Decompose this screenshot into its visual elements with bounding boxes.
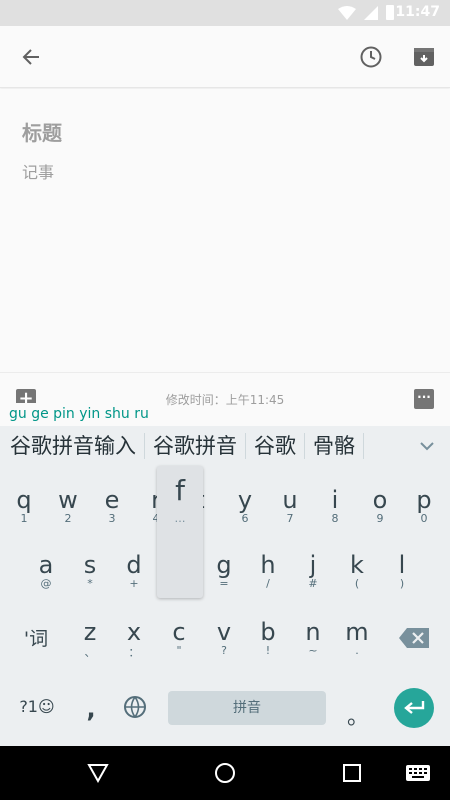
keyboard-switch-button[interactable] — [404, 761, 432, 785]
triangle-back-icon — [87, 764, 109, 783]
nav-back-button[interactable] — [86, 761, 110, 785]
key-q[interactable]: q1 — [4, 480, 44, 540]
key-u[interactable]: u7 — [270, 480, 310, 540]
space-key[interactable]: 拼音 — [168, 691, 326, 725]
nav-recents-button[interactable] — [340, 761, 364, 785]
key-e[interactable]: e3 — [92, 480, 132, 540]
note-editor: 标题 记事 — [0, 89, 450, 372]
expand-candidates-button[interactable] — [412, 434, 442, 458]
symbols-key[interactable]: ?1☺ — [10, 697, 64, 716]
keyboard-icon — [406, 765, 430, 781]
nav-home-button[interactable] — [213, 761, 237, 785]
key-b[interactable]: b! — [248, 612, 288, 672]
system-navigation-bar — [0, 746, 450, 800]
more-icon: ··· — [417, 390, 431, 404]
battery-icon — [386, 5, 394, 20]
key-f-popup[interactable]: f … — [157, 466, 203, 598]
arrow-back-icon — [22, 49, 39, 65]
chinese-word-key[interactable]: '词 — [14, 624, 58, 651]
key-g[interactable]: g = — [204, 545, 244, 605]
pinyin-composing-text: gu ge pin yin shu ru — [4, 403, 154, 425]
key-c[interactable]: c " — [159, 612, 199, 672]
period-key[interactable]: 。 — [346, 699, 370, 731]
key-y[interactable]: y6 — [225, 480, 265, 540]
archive-button[interactable] — [407, 40, 441, 74]
key-x[interactable]: x： — [114, 612, 154, 672]
signal-icon — [364, 6, 378, 20]
wifi-icon — [338, 6, 356, 20]
backspace-icon — [399, 628, 429, 648]
globe-icon — [124, 696, 146, 718]
back-button[interactable] — [14, 40, 48, 74]
top-toolbar — [0, 26, 450, 88]
candidate-item[interactable]: 谷歌拼音 — [145, 433, 246, 459]
key-m[interactable]: m. — [337, 612, 377, 672]
language-key[interactable] — [122, 695, 148, 721]
key-l[interactable]: l) — [382, 545, 422, 605]
key-v[interactable]: v? — [204, 612, 244, 672]
status-bar: 11:47 — [0, 0, 450, 26]
circle-home-icon — [215, 763, 235, 783]
archive-icon — [414, 48, 434, 66]
backspace-key[interactable] — [398, 628, 430, 650]
key-n[interactable]: n ~ — [293, 612, 333, 672]
candidate-item[interactable]: 谷歌 — [246, 433, 305, 459]
comma-key[interactable]: , — [78, 695, 104, 723]
candidate-item[interactable]: 谷歌拼音输入 — [0, 433, 145, 459]
key-d[interactable]: d + — [114, 545, 154, 605]
key-p[interactable]: p0 — [404, 480, 444, 540]
candidate-bar: 谷歌拼音输入 谷歌拼音 谷歌 骨骼 — [0, 426, 450, 466]
candidate-item[interactable]: 骨骼 — [305, 433, 364, 459]
key-z[interactable]: z、 — [70, 612, 110, 672]
key-w[interactable]: w2 — [48, 480, 88, 540]
enter-icon — [404, 701, 425, 714]
key-j[interactable]: j # — [293, 545, 333, 605]
square-recents-icon — [343, 764, 361, 782]
enter-key[interactable] — [394, 688, 434, 728]
more-options-button[interactable]: ··· — [414, 389, 434, 409]
key-i[interactable]: i8 — [315, 480, 355, 540]
chevron-down-icon — [420, 442, 434, 451]
key-o[interactable]: o9 — [360, 480, 400, 540]
title-field[interactable]: 标题 — [22, 117, 62, 146]
key-a[interactable]: a @ — [26, 545, 66, 605]
body-field[interactable]: 记事 — [22, 159, 54, 183]
key-k[interactable]: k( — [337, 545, 377, 605]
reminder-button[interactable] — [354, 40, 388, 74]
key-h[interactable]: h / — [248, 545, 288, 605]
clock: 11:47 — [395, 4, 440, 20]
clock-icon — [360, 46, 382, 68]
key-s[interactable]: s * — [70, 545, 110, 605]
